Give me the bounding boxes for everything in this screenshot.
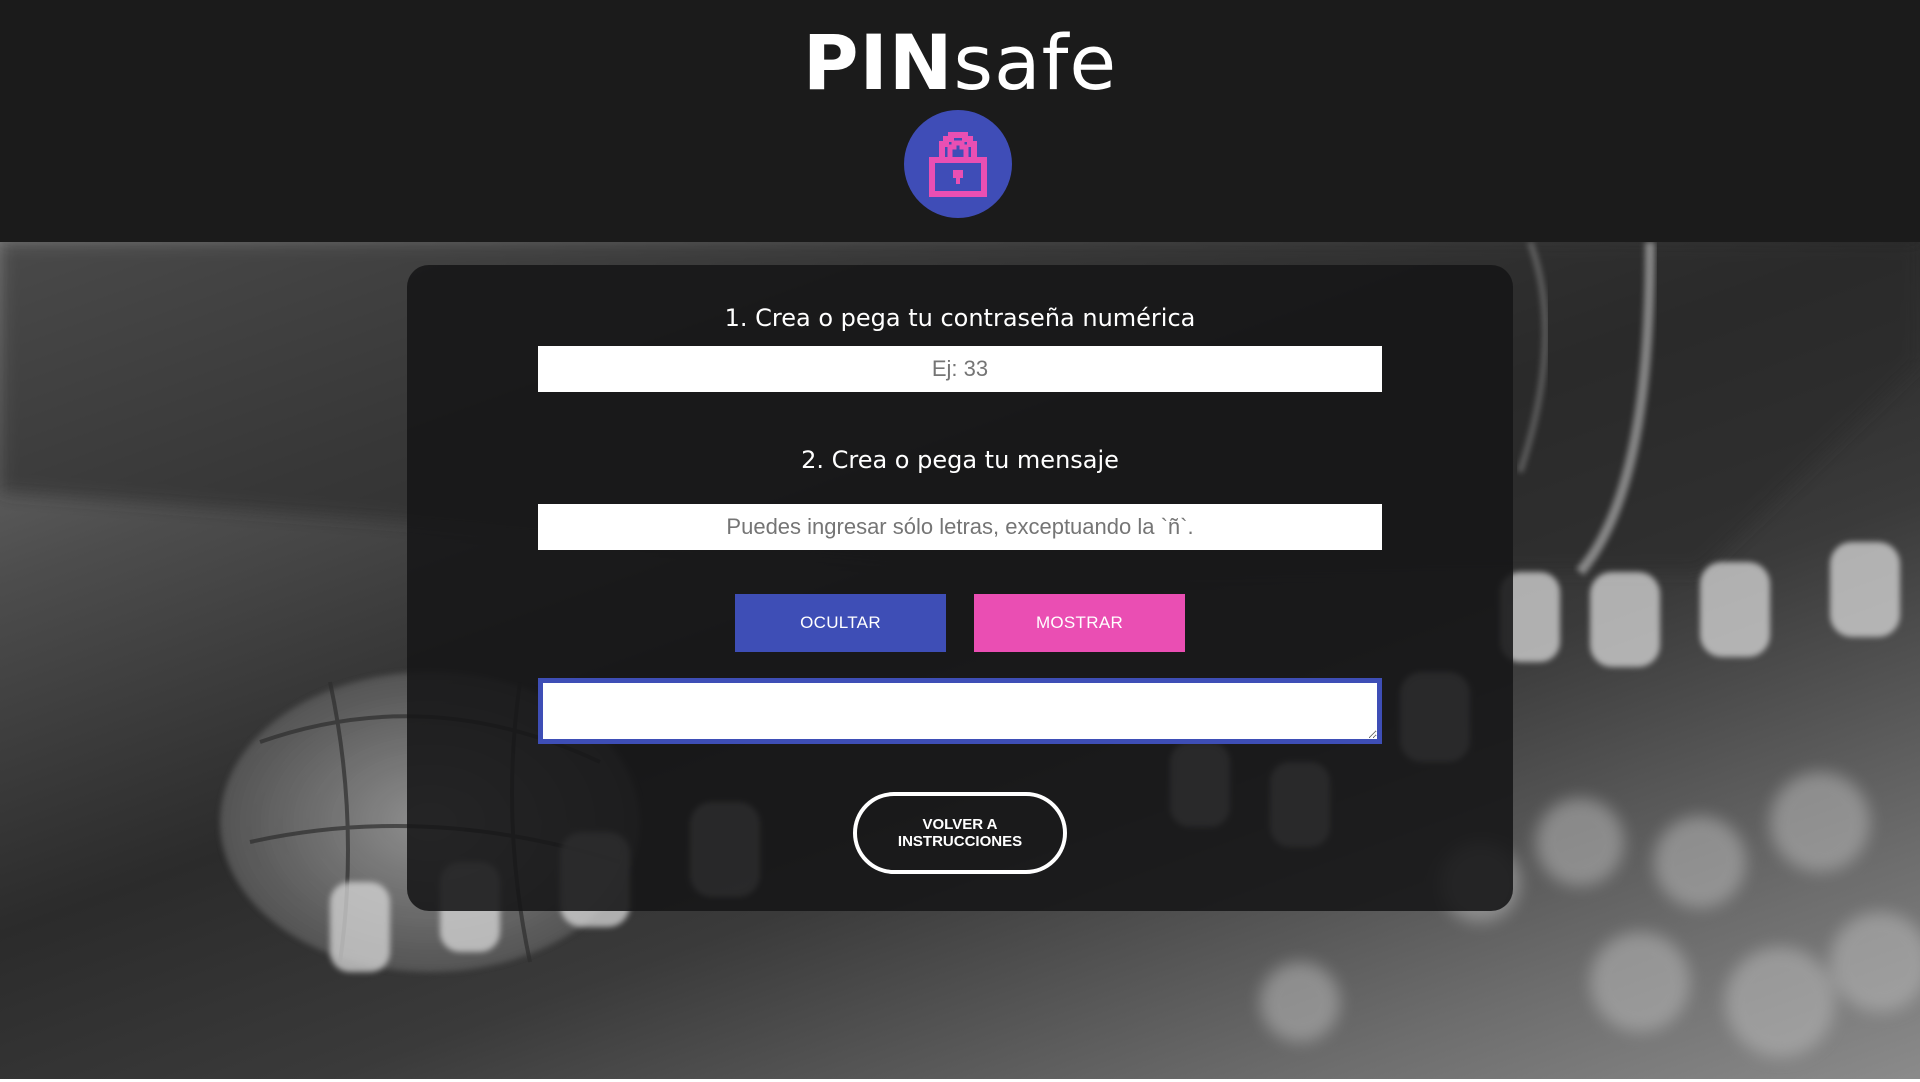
- show-button[interactable]: MOSTRAR: [974, 594, 1185, 652]
- brand-title-light: safe: [953, 18, 1118, 107]
- form-panel: 1. Crea o pega tu contraseña numérica 2.…: [407, 265, 1513, 911]
- step1-label: 1. Crea o pega tu contraseña numérica: [724, 304, 1196, 332]
- pin-input[interactable]: [538, 346, 1382, 392]
- lock-icon: [929, 132, 987, 197]
- brand-title-bold: PIN: [802, 18, 954, 107]
- logo: [904, 110, 1012, 218]
- back-to-instructions-button[interactable]: VOLVER A INSTRUCCIONES: [853, 792, 1067, 874]
- message-input[interactable]: [538, 504, 1382, 550]
- hide-button[interactable]: OCULTAR: [735, 594, 946, 652]
- header: PINsafe: [0, 0, 1920, 242]
- app-root: PINsafe 1. Crea o pega tu contraseña num…: [0, 0, 1920, 1082]
- step2-label: 2. Crea o pega tu mensaje: [801, 446, 1119, 474]
- brand-title: PINsafe: [0, 18, 1920, 108]
- output-textarea[interactable]: [538, 678, 1382, 744]
